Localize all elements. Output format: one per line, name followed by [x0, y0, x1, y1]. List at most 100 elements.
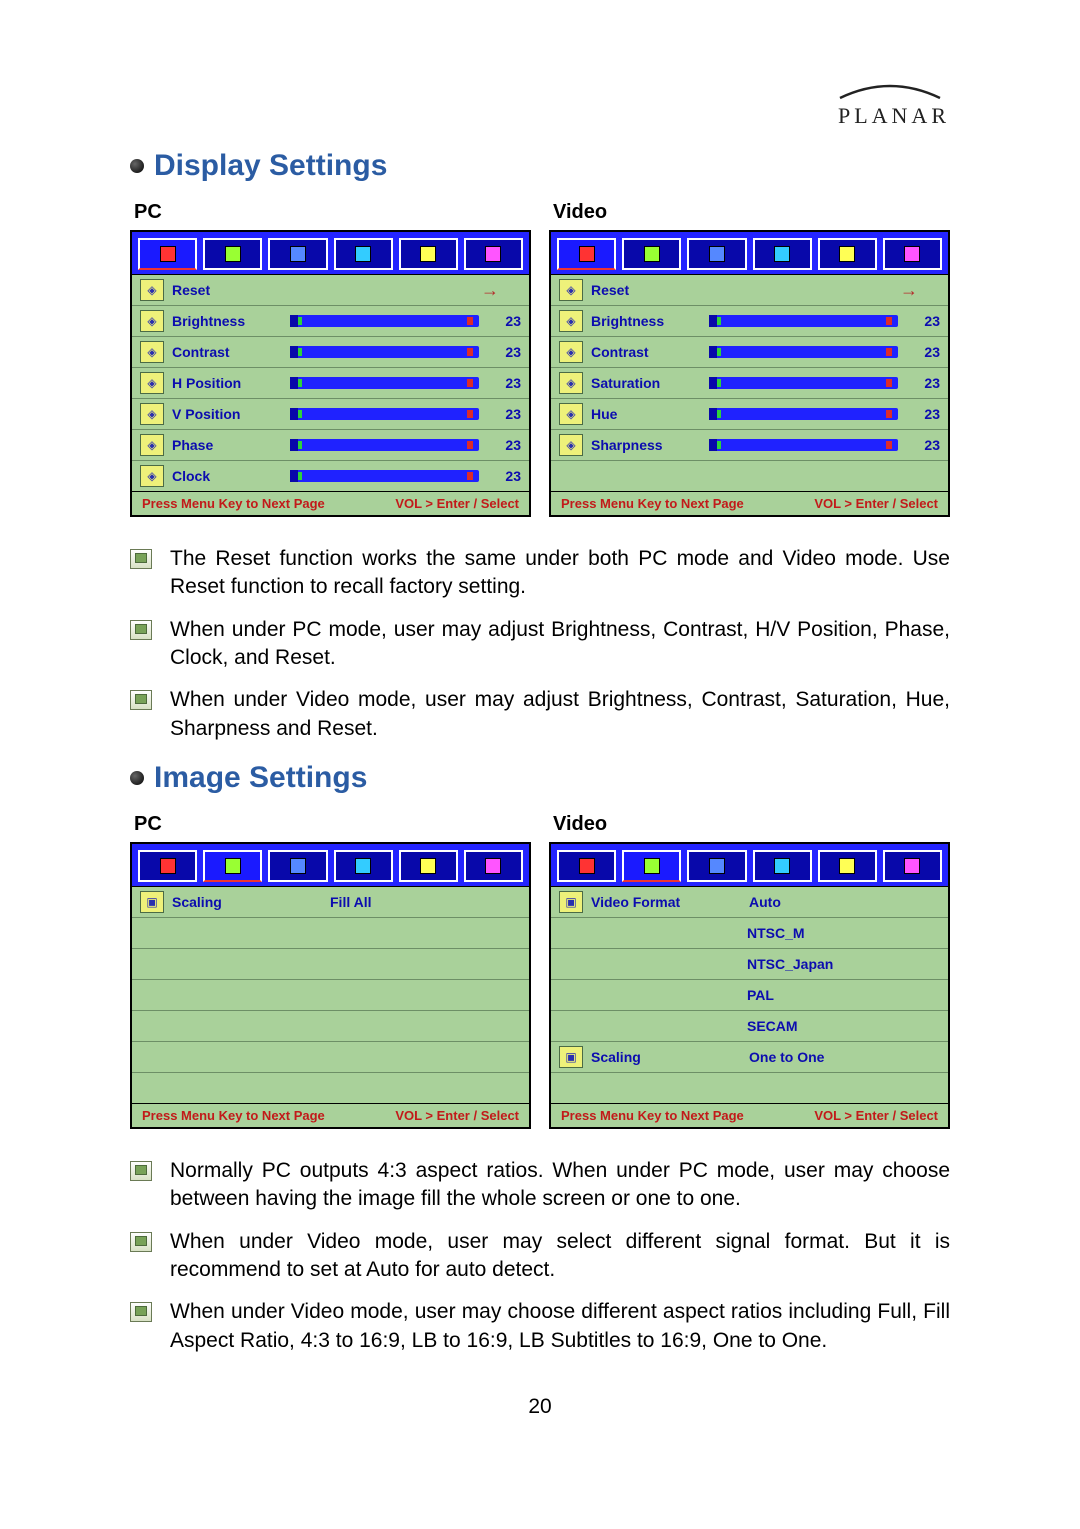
bullet-disc-icon: [130, 159, 144, 173]
row-option: NTSC_M: [747, 925, 940, 941]
row-value: 23: [493, 313, 521, 329]
osd-row[interactable]: ◈Brightness23: [132, 305, 529, 336]
display-settings-heading: Display Settings: [130, 149, 950, 183]
note-icon: [130, 1161, 152, 1181]
slider[interactable]: [290, 408, 479, 420]
osd-tab-icon[interactable]: [818, 850, 877, 882]
osd-row[interactable]: ◈Phase23: [132, 429, 529, 460]
row-value: 23: [493, 406, 521, 422]
slider[interactable]: [290, 470, 479, 482]
setup-tab-icon[interactable]: [753, 238, 812, 270]
osd-row[interactable]: SECAM: [551, 1010, 948, 1041]
osd-row[interactable]: NTSC_M: [551, 917, 948, 948]
page-number: 20: [130, 1395, 950, 1419]
osd-row[interactable]: NTSC_Japan: [551, 948, 948, 979]
osd-row[interactable]: ◈Sharpness23: [551, 429, 948, 460]
row-label: H Position: [172, 375, 282, 391]
osd-row-blank: [132, 917, 529, 948]
image-tab-icon[interactable]: [622, 238, 681, 270]
slider[interactable]: [290, 315, 479, 327]
display-tab-icon[interactable]: [557, 850, 616, 882]
display-tab-icon[interactable]: [138, 850, 197, 882]
brand-logo: PLANAR: [130, 80, 950, 129]
scaling-icon: ▣: [140, 891, 164, 913]
osd-footer-right: VOL > Enter / Select: [395, 1108, 519, 1123]
video-label: Video: [553, 813, 950, 836]
row-label: Hue: [591, 406, 701, 422]
arrow-icon: →: [481, 280, 499, 301]
osd-footer-right: VOL > Enter / Select: [395, 496, 519, 511]
osd-row-blank: [132, 1072, 529, 1103]
note-icon: [130, 549, 152, 569]
note-text: When under Video mode, user may choose d…: [170, 1298, 950, 1355]
brand-text: PLANAR: [130, 103, 950, 129]
osd-row[interactable]: ▣ScalingFill All: [132, 887, 529, 917]
setup-tab-icon[interactable]: [753, 850, 812, 882]
clock-icon: ◈: [140, 465, 164, 487]
row-option: NTSC_Japan: [747, 956, 940, 972]
slider[interactable]: [709, 408, 898, 420]
slider[interactable]: [709, 377, 898, 389]
hpos-icon: ◈: [140, 372, 164, 394]
osd-row[interactable]: ▣Video FormatAuto: [551, 887, 948, 917]
display-tab-icon[interactable]: [557, 238, 616, 270]
slider[interactable]: [290, 377, 479, 389]
note-item: Normally PC outputs 4:3 aspect ratios. W…: [130, 1157, 950, 1214]
contrast-icon: ◈: [559, 341, 583, 363]
osd-row-blank: [551, 460, 948, 491]
note-item: When under Video mode, user may choose d…: [130, 1298, 950, 1355]
display-tab-icon[interactable]: [138, 238, 197, 270]
info-tab-icon[interactable]: [464, 850, 523, 882]
info-tab-icon[interactable]: [464, 238, 523, 270]
note-text: When under Video mode, user may adjust B…: [170, 686, 950, 743]
osd-row[interactable]: ◈Reset→: [132, 275, 529, 305]
audio-tab-icon[interactable]: [268, 850, 327, 882]
osd-row[interactable]: ◈Contrast23: [551, 336, 948, 367]
brightness-icon: ◈: [140, 310, 164, 332]
display-pc-osd: ◈Reset→◈Brightness23◈Contrast23 ◈ H Positi…: [130, 230, 531, 517]
note-text: When under PC mode, user may adjust Brig…: [170, 616, 950, 673]
osd-row[interactable]: PAL: [551, 979, 948, 1010]
osd-row[interactable]: ◈Saturation23: [551, 367, 948, 398]
image-tab-icon[interactable]: [203, 850, 262, 882]
slider[interactable]: [290, 346, 479, 358]
display-video-osd: ◈Reset→◈Brightness23◈Contrast23◈Saturati…: [549, 230, 950, 517]
setup-tab-icon[interactable]: [334, 850, 393, 882]
row-value: 23: [493, 468, 521, 484]
osd-row[interactable]: ◈Reset→: [551, 275, 948, 305]
saturation-icon: ◈: [559, 372, 583, 394]
image-tab-icon[interactable]: [622, 850, 681, 882]
info-tab-icon[interactable]: [883, 850, 942, 882]
osd-row[interactable]: ◈Hue23: [551, 398, 948, 429]
slider[interactable]: [290, 439, 479, 451]
reset-icon: ◈: [559, 279, 583, 301]
osd-row[interactable]: ▣ScalingOne to One: [551, 1041, 948, 1072]
osd-row[interactable]: ◈V Position23: [132, 398, 529, 429]
image-tab-icon[interactable]: [203, 238, 262, 270]
row-option: SECAM: [747, 1018, 940, 1034]
audio-tab-icon[interactable]: [687, 238, 746, 270]
osd-row-blank: [132, 979, 529, 1010]
osd-row-blank: [132, 1010, 529, 1041]
audio-tab-icon[interactable]: [687, 850, 746, 882]
osd-footer-right: VOL > Enter / Select: [814, 1108, 938, 1123]
slider[interactable]: [709, 315, 898, 327]
row-option: Auto: [749, 894, 940, 910]
osd-row[interactable]: ◈Contrast23: [132, 336, 529, 367]
osd-tab-icon[interactable]: [818, 238, 877, 270]
osd-tab-icon[interactable]: [399, 850, 458, 882]
osd-row[interactable]: ◈Brightness23: [551, 305, 948, 336]
info-tab-icon[interactable]: [883, 238, 942, 270]
reset-icon: ◈: [140, 279, 164, 301]
osd-tab-icon[interactable]: [399, 238, 458, 270]
setup-tab-icon[interactable]: [334, 238, 393, 270]
slider[interactable]: [709, 439, 898, 451]
row-label: V Position: [172, 406, 282, 422]
slider[interactable]: [709, 346, 898, 358]
audio-tab-icon[interactable]: [268, 238, 327, 270]
osd-row[interactable]: ◈Clock23: [132, 460, 529, 491]
osd-footer-right: VOL > Enter / Select: [814, 496, 938, 511]
row-value: 23: [912, 375, 940, 391]
osd-row[interactable]: ◈H Position23: [132, 367, 529, 398]
note-icon: [130, 690, 152, 710]
